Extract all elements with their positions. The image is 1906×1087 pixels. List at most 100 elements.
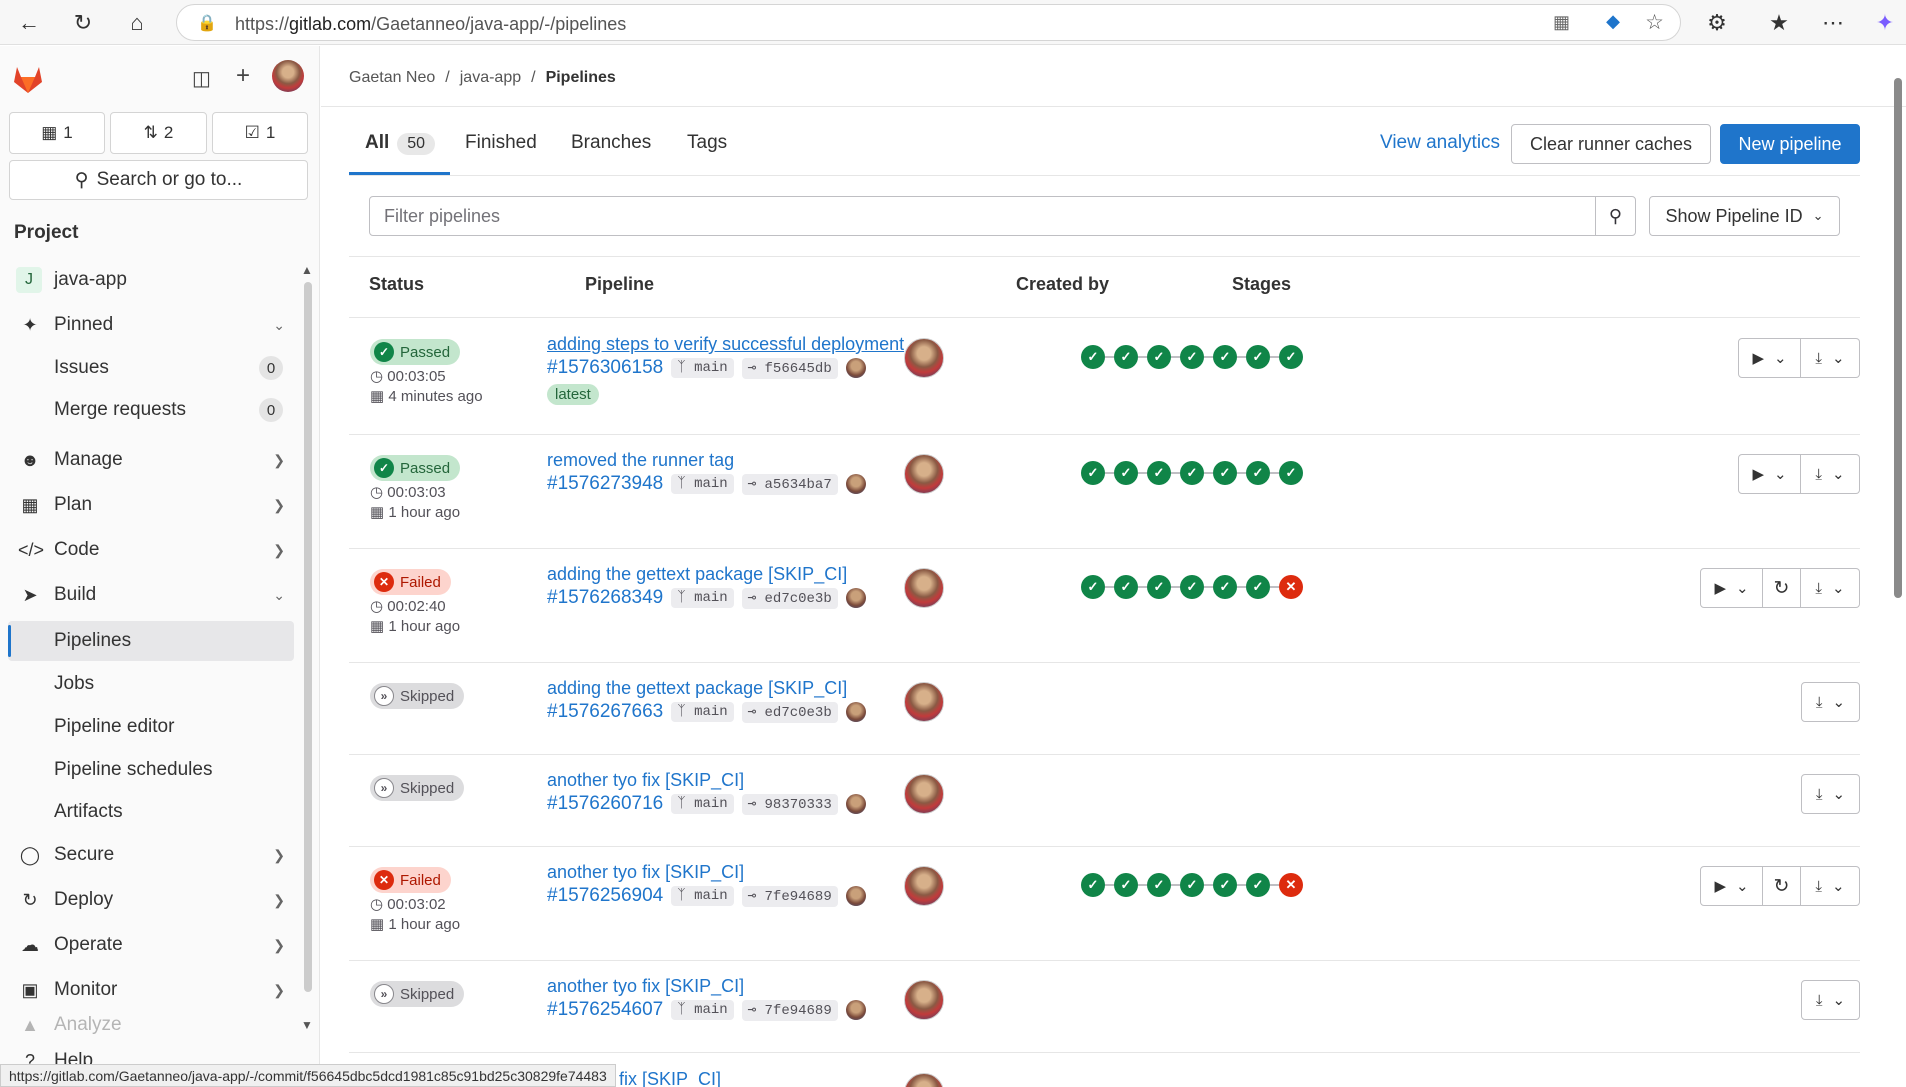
status-badge[interactable]: ✕ Failed <box>370 569 451 595</box>
pipeline-title-link[interactable]: another tyo fix [SKIP_CI] <box>547 770 744 791</box>
show-pipeline-id-dropdown[interactable]: Show Pipeline ID ⌄ <box>1649 196 1840 236</box>
commit-chip[interactable]: ⊸ f56645db <box>741 357 838 379</box>
run-manual-dropdown[interactable]: ▶ ⌄ <box>1738 338 1801 378</box>
stage-failed-icon[interactable]: ✕ <box>1279 575 1303 599</box>
tag-icon[interactable]: ◆ <box>1606 11 1620 32</box>
stage-passed-icon[interactable]: ✓ <box>1114 461 1138 485</box>
run-manual-dropdown[interactable]: ▶ ⌄ <box>1738 454 1801 494</box>
extensions-icon[interactable]: ⚙ <box>1702 8 1732 38</box>
home-icon[interactable]: ⌂ <box>122 8 152 38</box>
sidebar-item-secure[interactable]: ◯ Secure ❯ <box>0 835 305 875</box>
branch-chip[interactable]: ᛉ main <box>671 474 734 494</box>
stage-passed-icon[interactable]: ✓ <box>1213 575 1237 599</box>
retry-button[interactable]: ↻ <box>1763 866 1801 906</box>
sidebar-item-project[interactable]: J java-app <box>0 260 305 300</box>
creator-avatar[interactable] <box>904 568 944 608</box>
status-badge[interactable]: » Skipped <box>370 775 465 801</box>
stage-passed-icon[interactable]: ✓ <box>1114 873 1138 897</box>
page-scrollbar[interactable] <box>1894 72 1902 1082</box>
filter-search-button[interactable]: ⚲ <box>1595 196 1636 236</box>
pipeline-title-link[interactable]: another tyo fix [SKIP_CI] <box>547 862 744 883</box>
status-badge[interactable]: » Skipped <box>370 683 465 709</box>
sidebar-item-deploy[interactable]: ↻ Deploy ❯ <box>0 880 305 920</box>
status-badge[interactable]: ✓ Passed <box>370 339 461 365</box>
pipeline-id-link[interactable]: #1576256904 <box>547 885 663 907</box>
refresh-icon[interactable]: ↻ <box>68 8 98 38</box>
commit-author-avatar[interactable] <box>845 794 866 814</box>
download-artifacts-dropdown[interactable]: ⤓ ⌄ <box>1801 774 1860 814</box>
stage-passed-icon[interactable]: ✓ <box>1147 873 1171 897</box>
download-artifacts-dropdown[interactable]: ⤓ ⌄ <box>1801 454 1860 494</box>
stage-passed-icon[interactable]: ✓ <box>1081 575 1105 599</box>
creator-avatar[interactable] <box>904 1073 944 1087</box>
stage-passed-icon[interactable]: ✓ <box>1081 873 1105 897</box>
pipeline-title-link[interactable]: removed the runner tag <box>547 450 734 471</box>
scroll-down-arrow[interactable]: ▼ <box>301 1018 313 1032</box>
download-artifacts-dropdown[interactable]: ⤓ ⌄ <box>1801 682 1860 722</box>
stage-passed-icon[interactable]: ✓ <box>1180 575 1204 599</box>
sidebar-scrollbar[interactable] <box>304 282 312 992</box>
sidebar-item-pinned[interactable]: ✦ Pinned ⌄ <box>0 305 305 345</box>
run-manual-dropdown[interactable]: ▶ ⌄ <box>1700 568 1763 608</box>
sidebar-item-analyze[interactable]: ▲ Analyze <box>0 1014 305 1036</box>
creator-avatar[interactable] <box>904 454 944 494</box>
sidebar-item-plan[interactable]: ▦ Plan ❯ <box>0 485 305 525</box>
retry-button[interactable]: ↻ <box>1763 568 1801 608</box>
sidebar-toggle-icon[interactable]: ◫ <box>192 66 211 91</box>
stage-passed-icon[interactable]: ✓ <box>1081 461 1105 485</box>
commit-author-avatar[interactable] <box>845 702 866 722</box>
todos-count-button[interactable]: ☑ 1 <box>212 112 308 154</box>
tab-branches[interactable]: Branches <box>571 132 651 154</box>
creator-avatar[interactable] <box>904 866 944 906</box>
breadcrumb-project[interactable]: java-app <box>460 69 521 87</box>
pipeline-title-link[interactable]: another tyo fix [SKIP_CI] <box>547 976 744 997</box>
stage-passed-icon[interactable]: ✓ <box>1147 461 1171 485</box>
stage-passed-icon[interactable]: ✓ <box>1114 575 1138 599</box>
sidebar-item-operate[interactable]: ☁ Operate ❯ <box>0 925 305 965</box>
commit-chip[interactable]: ⊸ ed7c0e3b <box>741 701 838 723</box>
sidebar-item-issues[interactable]: Issues 0 <box>0 348 305 388</box>
stage-passed-icon[interactable]: ✓ <box>1114 345 1138 369</box>
pipeline-title-link[interactable]: adding the gettext package [SKIP_CI] <box>547 678 847 699</box>
commit-author-avatar[interactable] <box>845 886 866 906</box>
creator-avatar[interactable] <box>904 338 944 378</box>
stage-passed-icon[interactable]: ✓ <box>1246 345 1270 369</box>
stage-passed-icon[interactable]: ✓ <box>1180 461 1204 485</box>
tab-finished[interactable]: Finished <box>465 132 537 154</box>
stage-passed-icon[interactable]: ✓ <box>1081 345 1105 369</box>
address-bar[interactable]: 🔒 https://gitlab.com/Gaetanneo/java-app/… <box>176 4 1681 41</box>
download-artifacts-dropdown[interactable]: ⤓ ⌄ <box>1801 980 1860 1020</box>
more-icon[interactable]: ⋯ <box>1818 8 1848 38</box>
commit-chip[interactable]: ⊸ a5634ba7 <box>741 473 838 495</box>
sidebar-item-pipeline-editor[interactable]: Pipeline editor <box>0 707 305 747</box>
filter-pipelines-input[interactable]: Filter pipelines <box>369 196 1596 236</box>
merge-requests-count-button[interactable]: ⇅ 2 <box>110 112 207 154</box>
stage-passed-icon[interactable]: ✓ <box>1213 345 1237 369</box>
run-manual-dropdown[interactable]: ▶ ⌄ <box>1700 866 1763 906</box>
pipeline-id-link[interactable]: #1576254607 <box>547 999 663 1021</box>
creator-avatar[interactable] <box>904 774 944 814</box>
commit-chip[interactable]: ⊸ 7fe94689 <box>741 885 838 907</box>
branch-chip[interactable]: ᛉ main <box>671 886 734 906</box>
pipeline-title-link[interactable]: adding steps to verify successful deploy… <box>547 334 904 355</box>
stage-passed-icon[interactable]: ✓ <box>1213 873 1237 897</box>
tab-all[interactable]: All 50 <box>365 132 436 155</box>
copilot-icon[interactable]: ✦ <box>1870 8 1900 38</box>
user-avatar[interactable] <box>272 60 304 92</box>
sidebar-item-merge-requests[interactable]: Merge requests 0 <box>0 390 305 430</box>
branch-chip[interactable]: ᛉ main <box>671 358 734 378</box>
stage-passed-icon[interactable]: ✓ <box>1147 575 1171 599</box>
status-badge[interactable]: » Skipped <box>370 981 465 1007</box>
view-analytics-link[interactable]: View analytics <box>1380 132 1500 154</box>
branch-chip[interactable]: ᛉ main <box>671 702 734 722</box>
commit-author-avatar[interactable] <box>845 588 866 608</box>
breadcrumb-owner[interactable]: Gaetan Neo <box>349 69 435 87</box>
sidebar-item-code[interactable]: </> Code ❯ <box>0 530 305 570</box>
favorites-icon[interactable]: ★ <box>1764 8 1794 38</box>
commit-chip[interactable]: ⊸ 7fe94689 <box>741 999 838 1021</box>
status-badge[interactable]: ✓ Passed <box>370 455 461 481</box>
commit-author-avatar[interactable] <box>845 358 866 378</box>
sidebar-item-pipelines[interactable]: Pipelines <box>8 621 294 661</box>
branch-chip[interactable]: ᛉ main <box>671 1000 734 1020</box>
branch-chip[interactable]: ᛉ main <box>671 588 734 608</box>
